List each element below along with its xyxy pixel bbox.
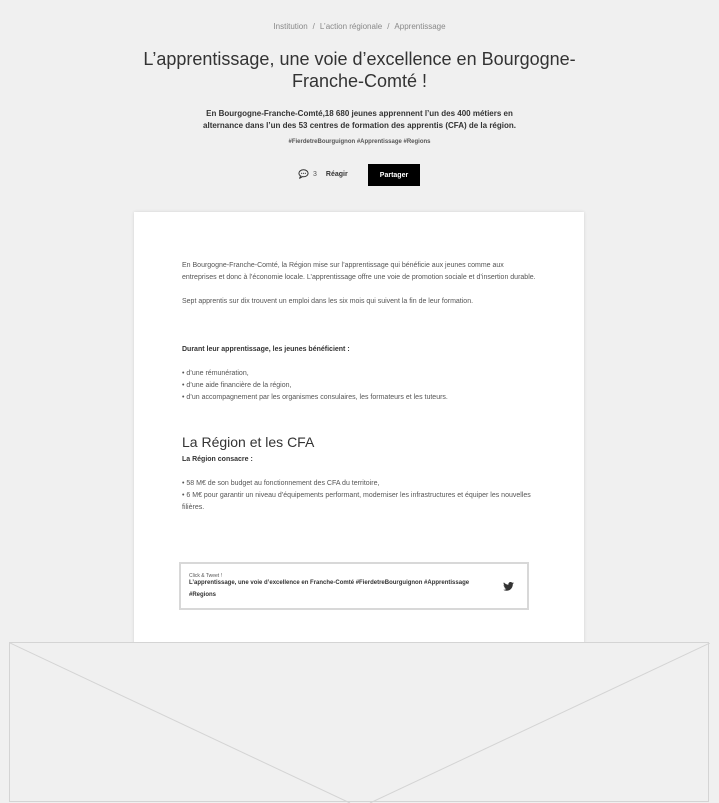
breadcrumb-separator: / xyxy=(387,22,390,31)
breadcrumb-item-action-regionale[interactable]: L’action régionale xyxy=(320,22,382,31)
hashtags[interactable]: #FierdetreBourguignon #Apprentissage #Re… xyxy=(0,139,719,145)
article-content: En Bourgogne-Franche-Comté, la Région mi… xyxy=(182,260,538,514)
envelope-graphic xyxy=(9,642,710,803)
react-label: Réagir xyxy=(325,170,348,178)
list-item: • d’un accompagnement par les organismes… xyxy=(182,394,448,401)
list-item: • d’une rémunération, xyxy=(182,370,249,377)
breadcrumb-separator: / xyxy=(312,22,315,31)
react-button[interactable]: 3 Réagir xyxy=(298,169,348,179)
region-heading: La Région consacre : xyxy=(182,456,253,463)
section-heading: La Région et les CFA xyxy=(182,434,315,450)
breadcrumb-item-institution[interactable]: Institution xyxy=(273,22,307,31)
share-button[interactable]: Partager xyxy=(368,164,420,186)
list-item: • d’une aide financière de la région, xyxy=(182,382,292,389)
envelope-flap-lines xyxy=(10,643,710,803)
article-summary: En Bourgogne-Franche-Comté,18 680 jeunes… xyxy=(203,109,516,130)
article-card: En Bourgogne-Franche-Comté, la Région mi… xyxy=(134,212,584,648)
click-to-tweet-box[interactable]: Click & Tweet ! L’apprentissage, une voi… xyxy=(179,562,529,610)
benefits-heading: Durant leur apprentissage, les jeunes bé… xyxy=(182,346,350,353)
breadcrumb-item-apprentissage[interactable]: Apprentissage xyxy=(394,22,445,31)
click-to-tweet-text: L’apprentissage, une voie d’excellence e… xyxy=(189,580,470,598)
speech-bubble-icon xyxy=(298,169,309,179)
page-title: L’apprentissage, une voie d’excellence e… xyxy=(143,49,576,91)
article-intro: En Bourgogne-Franche-Comté, la Région mi… xyxy=(182,262,536,281)
article-stat: Sept apprentis sur dix trouvent un emplo… xyxy=(182,298,474,305)
comment-count: 3 xyxy=(313,170,317,178)
benefits-list: • d’une rémunération, • d’une aide finan… xyxy=(182,368,538,404)
list-item: • 58 M€ de son budget au fonctionnement … xyxy=(182,480,380,487)
breadcrumb: Institution / L’action régionale / Apprentis… xyxy=(0,22,719,31)
list-item: • 6 M€ pour garantir un niveau d’équipem… xyxy=(182,492,531,511)
region-list: • 58 M€ de son budget au fonctionnement … xyxy=(182,478,538,514)
action-bar: 3 Réagir Partager xyxy=(0,164,719,186)
twitter-bird-icon[interactable] xyxy=(503,582,514,591)
